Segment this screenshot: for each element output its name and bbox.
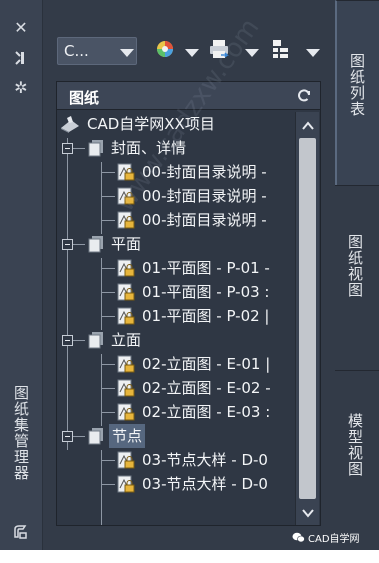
sheet-label: 03-节点大样 - D-0 bbox=[142, 475, 268, 493]
tree-group[interactable]: 立面 bbox=[59, 328, 295, 352]
sheet-tree: CAD自学网XX项目 封面、详情 00-封面目录说明 - 00-封面目录说明 -… bbox=[59, 112, 295, 525]
tab-label: 模型视图 bbox=[346, 413, 364, 477]
group-label-selected: 节点 bbox=[109, 424, 146, 448]
chevron-down-icon[interactable] bbox=[185, 49, 199, 57]
refresh-icon[interactable] bbox=[296, 88, 312, 104]
sheet-label: 00-封面目录说明 - bbox=[142, 211, 267, 229]
tree-group[interactable]: 节点 bbox=[59, 424, 295, 448]
subset-icon bbox=[86, 139, 106, 157]
properties-icon[interactable]: ✲ bbox=[11, 78, 31, 98]
panel-title: 图纸 bbox=[69, 89, 100, 107]
locked-sheet-icon bbox=[116, 163, 136, 182]
sheet-label: 01-平面图 - P-01 - bbox=[142, 259, 270, 277]
group-label: 平面 bbox=[111, 235, 142, 253]
sheet-set-manager-palette: ✕ ✲ 图纸集管理器 C... 图纸 CAD自学网XX项目 封面、详情 00-封… bbox=[0, 0, 379, 550]
sheet-item[interactable]: 02-立面图 - E-01 | bbox=[59, 352, 295, 376]
tree-group[interactable]: 平面 bbox=[59, 232, 295, 256]
chevron-down-icon[interactable] bbox=[306, 49, 320, 57]
sheet-label: 02-立面图 - E-01 | bbox=[142, 355, 271, 373]
tab-label: 图纸视图 bbox=[346, 234, 364, 298]
sheet-item[interactable]: 00-封面目录说明 - bbox=[59, 184, 295, 208]
toolbar: C... bbox=[44, 28, 334, 68]
sheet-item[interactable]: 01-平面图 - P-03 : bbox=[59, 280, 295, 304]
tab-model-views[interactable]: 模型视图 bbox=[335, 370, 379, 550]
chevron-down-icon[interactable] bbox=[245, 49, 259, 57]
sheet-label: 01-平面图 - P-03 : bbox=[142, 283, 270, 301]
locked-sheet-icon bbox=[116, 355, 136, 374]
sheet-item[interactable]: 03-节点大样 - D-0 bbox=[59, 472, 295, 496]
sheet-label: 03-节点大样 - D-0 bbox=[142, 451, 268, 469]
tree-root-label: CAD自学网XX项目 bbox=[87, 115, 215, 133]
locked-sheet-icon bbox=[116, 475, 136, 494]
sheet-label: 00-封面目录说明 - bbox=[142, 163, 267, 181]
scroll-down-icon[interactable] bbox=[300, 505, 316, 519]
locked-sheet-icon bbox=[116, 259, 136, 278]
scroll-up-icon[interactable] bbox=[300, 118, 316, 132]
tree-group[interactable]: 封面、详情 bbox=[59, 136, 295, 160]
sheet-label: 01-平面图 - P-02 | bbox=[142, 307, 270, 325]
collapse-icon[interactable] bbox=[62, 335, 73, 346]
palette-title-bar: ✕ ✲ 图纸集管理器 bbox=[0, 0, 43, 550]
sheet-item[interactable]: 02-立面图 - E-02 - bbox=[59, 376, 295, 400]
sheets-panel: 图纸 CAD自学网XX项目 封面、详情 00-封面目录说明 - 00-封面目录说… bbox=[56, 81, 321, 526]
locked-sheet-icon bbox=[116, 283, 136, 302]
locked-sheet-icon bbox=[116, 403, 136, 422]
auto-hide-icon[interactable] bbox=[11, 48, 31, 68]
sheet-label: 02-立面图 - E-03 : bbox=[142, 403, 271, 421]
sheet-label: 02-立面图 - E-02 - bbox=[142, 379, 271, 397]
sheet-item[interactable]: 00-封面目录说明 - bbox=[59, 208, 295, 232]
collapse-icon[interactable] bbox=[62, 143, 73, 154]
palette-title: 图纸集管理器 bbox=[12, 385, 30, 481]
locked-sheet-icon bbox=[116, 211, 136, 230]
locked-sheet-icon bbox=[116, 451, 136, 470]
publish-icon[interactable] bbox=[208, 38, 230, 60]
locked-sheet-icon bbox=[116, 307, 136, 326]
subset-icon bbox=[86, 331, 106, 349]
locked-sheet-icon bbox=[116, 379, 136, 398]
scroll-thumb[interactable] bbox=[299, 138, 316, 499]
sheet-item[interactable]: 02-立面图 - E-03 : bbox=[59, 400, 295, 424]
subset-icon bbox=[86, 427, 106, 445]
credit-badge: CAD自学网 bbox=[292, 530, 360, 545]
view-tabs: 图纸列表 图纸视图 模型视图 bbox=[335, 0, 379, 550]
locked-sheet-icon bbox=[116, 187, 136, 206]
tab-sheet-list[interactable]: 图纸列表 bbox=[335, 0, 379, 185]
group-label: 封面、详情 bbox=[111, 139, 187, 157]
credit-text: CAD自学网 bbox=[308, 534, 360, 545]
close-icon[interactable]: ✕ bbox=[11, 18, 31, 38]
sheet-item[interactable]: 01-平面图 - P-02 | bbox=[59, 304, 295, 328]
chevron-down-icon bbox=[120, 49, 134, 57]
tab-label: 图纸列表 bbox=[348, 53, 366, 117]
subset-icon bbox=[86, 235, 106, 253]
sheet-item[interactable]: 00-封面目录说明 - bbox=[59, 160, 295, 184]
sheet-set-root-icon bbox=[59, 114, 81, 134]
sheet-selection-icon[interactable] bbox=[270, 38, 292, 60]
sheet-item[interactable]: 01-平面图 - P-01 - bbox=[59, 256, 295, 280]
vertical-scrollbar[interactable] bbox=[295, 112, 319, 525]
collapse-icon[interactable] bbox=[62, 431, 73, 442]
view-select-value: C... bbox=[64, 42, 89, 60]
group-label: 立面 bbox=[111, 331, 142, 349]
sheet-set-icon[interactable] bbox=[154, 38, 176, 60]
sheet-label: 00-封面目录说明 - bbox=[142, 187, 267, 205]
palette-menu-icon[interactable] bbox=[11, 523, 31, 541]
collapse-icon[interactable] bbox=[62, 239, 73, 250]
view-select[interactable]: C... bbox=[57, 37, 137, 65]
tab-sheet-views[interactable]: 图纸视图 bbox=[335, 185, 379, 370]
panel-header: 图纸 bbox=[57, 82, 320, 110]
wechat-icon bbox=[292, 532, 305, 543]
sheet-item[interactable]: 03-节点大样 - D-0 bbox=[59, 448, 295, 472]
